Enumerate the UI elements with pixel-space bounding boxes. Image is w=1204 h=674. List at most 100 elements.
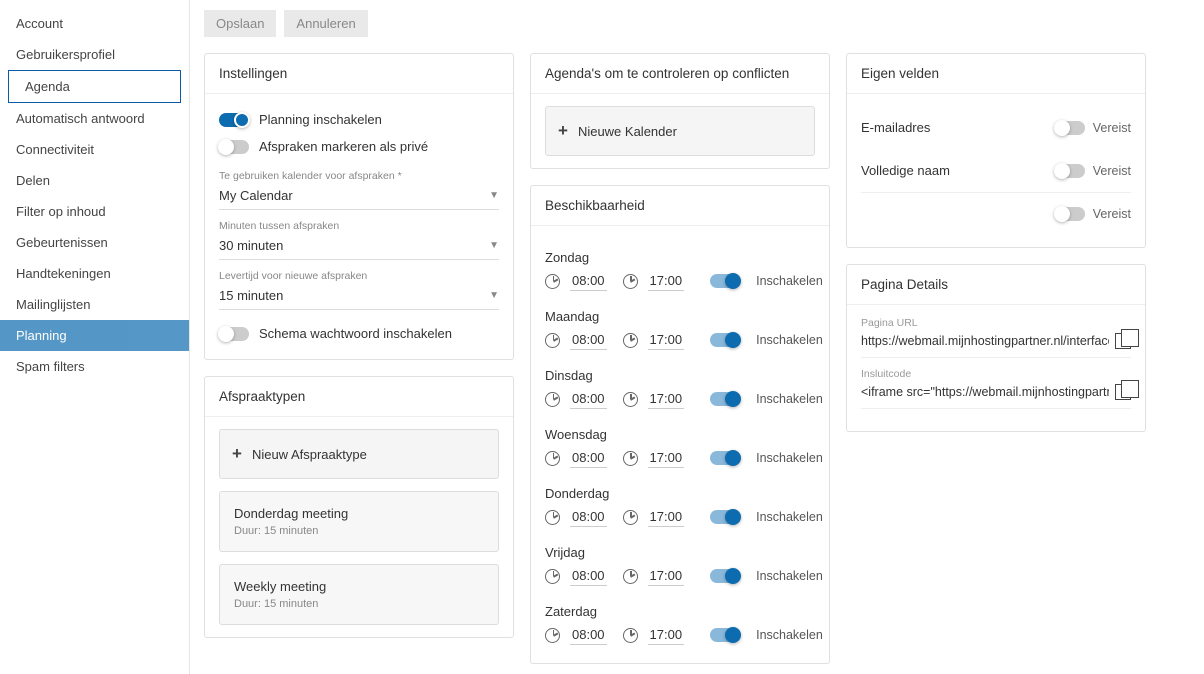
clock-icon	[623, 451, 638, 466]
toggle-day-enable[interactable]	[710, 333, 740, 347]
toggle-day-enable[interactable]	[710, 569, 740, 583]
clock-icon	[623, 628, 638, 643]
sidebar-item-2[interactable]: Agenda	[8, 70, 181, 103]
minutes-label: Minuten tussen afspraken	[219, 220, 499, 232]
day-label: Zaterdag	[545, 604, 815, 619]
day-row: 08:0017:00Inschakelen	[545, 619, 815, 651]
time-from[interactable]: 08:00	[570, 448, 607, 468]
time-from[interactable]: 08:00	[570, 566, 607, 586]
save-button[interactable]: Opslaan	[204, 10, 276, 37]
sidebar-item-3[interactable]: Automatisch antwoord	[0, 103, 189, 134]
time-from[interactable]: 08:00	[570, 271, 607, 291]
settings-card: Instellingen Planning inschakelen Afspra…	[204, 53, 514, 360]
plus-icon: +	[232, 444, 242, 464]
time-from[interactable]: 08:00	[570, 389, 607, 409]
toggle-email-required[interactable]	[1055, 121, 1085, 135]
clock-icon	[545, 333, 560, 348]
calendars-check-card: Agenda's om te controleren op conflicten…	[530, 53, 830, 169]
enable-label: Inschakelen	[756, 569, 823, 583]
toggle-fullname-required[interactable]	[1055, 164, 1085, 178]
toggle-empty-required[interactable]	[1055, 207, 1085, 221]
appointment-type-item[interactable]: Donderdag meetingDuur: 15 minuten	[219, 491, 499, 552]
time-to[interactable]: 17:00	[648, 507, 685, 527]
clock-icon	[545, 569, 560, 584]
toggle-day-enable[interactable]	[710, 274, 740, 288]
sidebar-item-7[interactable]: Gebeurtenissen	[0, 227, 189, 258]
time-to[interactable]: 17:00	[648, 271, 685, 291]
copy-icon[interactable]	[1115, 333, 1131, 349]
day-row: 08:0017:00Inschakelen	[545, 265, 815, 297]
sidebar-item-0[interactable]: Account	[0, 8, 189, 39]
toggle-day-enable[interactable]	[710, 451, 740, 465]
add-calendar-button[interactable]: + Nieuwe Kalender	[545, 106, 815, 156]
sidebar-item-4[interactable]: Connectiviteit	[0, 134, 189, 165]
time-from[interactable]: 08:00	[570, 625, 607, 645]
calendar-select[interactable]: My Calendar ▼	[219, 182, 499, 210]
sidebar-item-8[interactable]: Handtekeningen	[0, 258, 189, 289]
day-label: Donderdag	[545, 486, 815, 501]
clock-icon	[623, 569, 638, 584]
sidebar-item-6[interactable]: Filter op inhoud	[0, 196, 189, 227]
add-appointment-type-button[interactable]: + Nieuw Afspraaktype	[219, 429, 499, 479]
enable-label: Inschakelen	[756, 333, 823, 347]
copy-icon[interactable]	[1115, 384, 1131, 400]
toggle-day-enable[interactable]	[710, 510, 740, 524]
sidebar-item-10[interactable]: Planning	[0, 320, 189, 351]
page-url-label: Pagina URL	[861, 317, 1131, 329]
day-row: 08:0017:00Inschakelen	[545, 324, 815, 356]
minutes-select-value: 30 minuten	[219, 238, 283, 253]
embed-value[interactable]: <iframe src="https://webmail.mijnhosting…	[861, 385, 1109, 399]
calendars-check-header: Agenda's om te controleren op conflicten	[531, 54, 829, 94]
page-url-value[interactable]: https://webmail.mijnhostingpartner.nl/in…	[861, 334, 1109, 348]
label-mark-private: Afspraken markeren als privé	[259, 139, 428, 154]
cancel-button[interactable]: Annuleren	[284, 10, 367, 37]
label-enable-scheduling: Planning inschakelen	[259, 112, 382, 127]
appointment-type-item[interactable]: Weekly meetingDuur: 15 minuten	[219, 564, 499, 625]
lead-label: Levertijd voor nieuwe afspraken	[219, 270, 499, 282]
day-label: Woensdag	[545, 427, 815, 442]
time-from[interactable]: 08:00	[570, 330, 607, 350]
toggle-password[interactable]	[219, 327, 249, 341]
clock-icon	[545, 451, 560, 466]
time-to[interactable]: 17:00	[648, 566, 685, 586]
enable-label: Inschakelen	[756, 628, 823, 642]
time-to[interactable]: 17:00	[648, 389, 685, 409]
own-fields-header: Eigen velden	[847, 54, 1145, 94]
add-calendar-label: Nieuwe Kalender	[578, 124, 677, 139]
appointment-type-name: Weekly meeting	[234, 579, 484, 594]
appointment-type-name: Donderdag meeting	[234, 506, 484, 521]
sidebar-item-9[interactable]: Mailinglijsten	[0, 289, 189, 320]
time-from[interactable]: 08:00	[570, 507, 607, 527]
toggle-mark-private[interactable]	[219, 140, 249, 154]
required-label: Vereist	[1093, 164, 1131, 178]
toggle-day-enable[interactable]	[710, 628, 740, 642]
enable-label: Inschakelen	[756, 510, 823, 524]
sidebar: AccountGebruikersprofielAgendaAutomatisc…	[0, 0, 190, 674]
day-row: 08:0017:00Inschakelen	[545, 383, 815, 415]
time-to[interactable]: 17:00	[648, 625, 685, 645]
toggle-day-enable[interactable]	[710, 392, 740, 406]
sidebar-item-11[interactable]: Spam filters	[0, 351, 189, 382]
chevron-down-icon: ▼	[489, 290, 499, 301]
availability-header: Beschikbaarheid	[531, 186, 829, 226]
day-row: 08:0017:00Inschakelen	[545, 501, 815, 533]
day-label: Vrijdag	[545, 545, 815, 560]
time-to[interactable]: 17:00	[648, 330, 685, 350]
add-appointment-type-label: Nieuw Afspraaktype	[252, 447, 367, 462]
chevron-down-icon: ▼	[489, 240, 499, 251]
sidebar-item-1[interactable]: Gebruikersprofiel	[0, 39, 189, 70]
clock-icon	[545, 392, 560, 407]
clock-icon	[545, 510, 560, 525]
clock-icon	[545, 274, 560, 289]
settings-header: Instellingen	[205, 54, 513, 94]
lead-select[interactable]: 15 minuten ▼	[219, 282, 499, 310]
plus-icon: +	[558, 121, 568, 141]
day-label: Dinsdag	[545, 368, 815, 383]
time-to[interactable]: 17:00	[648, 448, 685, 468]
minutes-select[interactable]: 30 minuten ▼	[219, 232, 499, 260]
embed-label: Insluitcode	[861, 368, 1131, 380]
lead-select-value: 15 minuten	[219, 288, 283, 303]
sidebar-item-5[interactable]: Delen	[0, 165, 189, 196]
toggle-enable-scheduling[interactable]	[219, 113, 249, 127]
day-label: Zondag	[545, 250, 815, 265]
